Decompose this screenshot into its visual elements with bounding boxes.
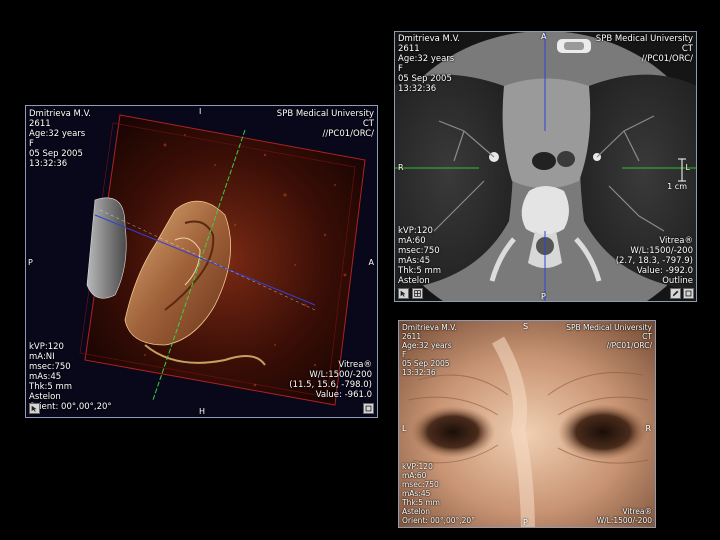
orientation-marker-left: P <box>28 258 33 267</box>
orientation-marker-left: R <box>398 163 404 172</box>
kvp: kVP:120 <box>398 226 433 236</box>
msec: msec:750 <box>402 480 439 489</box>
window-level: W/L:1500/-200 <box>596 516 652 525</box>
orientation-marker-right: L <box>685 163 690 172</box>
square-icon <box>365 405 372 412</box>
pixel-value: Value: -992.0 <box>636 266 693 276</box>
ma: mA:NI <box>29 352 55 362</box>
orientation: Orient: 00°,00°,20° <box>29 402 112 412</box>
orientation-marker-top: I <box>199 107 202 116</box>
thickness: Thk:5 mm <box>398 266 442 276</box>
orientation-marker-left: L <box>402 424 407 433</box>
orientation-marker-top: A <box>541 32 547 41</box>
scanner: Astelon <box>29 392 61 402</box>
axial-institution-info: SPB Medical University CT //PC01/ORC/ <box>596 34 693 64</box>
volume-render-viewport[interactable]: Dmitrieva M.V. 2611 Age:32 years F 05 Se… <box>25 105 378 418</box>
volume-patient-info: Dmitrieva M.V. 2611 Age:32 years F 05 Se… <box>29 109 91 169</box>
endo-institution-info: SPB Medical University CT //PC01/ORC/ <box>566 323 652 350</box>
cursor-coords: (2.7, 18.3, -797.9) <box>615 256 693 266</box>
patient-id: 2611 <box>29 119 51 129</box>
patient-name: Dmitrieva M.V. <box>402 323 457 332</box>
volume-scan-params: kVP:120 mA:NI msec:750 mAs:45 Thk:5 mm A… <box>29 342 112 412</box>
msec: msec:750 <box>398 246 440 256</box>
study-date: 05 Sep 2005 <box>402 359 450 368</box>
study-time: 13:32:36 <box>398 84 437 94</box>
volume-institution-info: SPB Medical University CT //PC01/ORC/ <box>277 109 374 139</box>
scanner: Astelon <box>398 276 430 286</box>
modality: CT <box>642 332 652 341</box>
mas: mAs:45 <box>398 256 431 266</box>
axial-window-info: Vitrea® W/L:1500/-200 (2.7, 18.3, -797.9… <box>616 236 693 286</box>
axial-scan-params: kVP:120 mA:60 msec:750 mAs:45 Thk:5 mm A… <box>398 226 441 286</box>
modality: CT <box>681 44 693 54</box>
cursor-coords: (11.5, 15.6, -798.0) <box>289 380 372 390</box>
window-level: W/L:1500/-200 <box>309 370 372 380</box>
patient-name: Dmitrieva M.V. <box>398 34 461 44</box>
tool-menu-button[interactable] <box>398 288 409 299</box>
endoscopic-viewport[interactable]: Dmitrieva M.V. 2611 Age:32 years F 05 Se… <box>398 320 656 528</box>
institution: SPB Medical University <box>276 109 374 119</box>
study-time: 13:32:36 <box>402 368 436 377</box>
arrow-cursor-icon <box>31 405 37 412</box>
kvp: kVP:120 <box>29 342 64 352</box>
institution: SPB Medical University <box>595 34 693 44</box>
volume-window-info: Vitrea® W/L:1500/-200 (11.5, 15.6, -798.… <box>289 360 372 400</box>
pencil-icon <box>672 290 679 297</box>
endo-window-info: Vitrea® W/L:1500/-200 <box>597 507 652 525</box>
station: //PC01/ORC/ <box>322 129 374 139</box>
layout-button[interactable] <box>412 288 423 299</box>
thickness: Thk:5 mm <box>402 498 440 507</box>
orientation-marker-top: S <box>523 322 529 331</box>
software: Vitrea® <box>622 507 652 516</box>
axial-ct-viewport[interactable]: Dmitrieva M.V. 2611 Age:32 years F 05 Se… <box>394 31 697 302</box>
patient-sex: F <box>29 139 34 149</box>
kvp: kVP:120 <box>402 462 433 471</box>
orientation-marker-bottom: P <box>541 292 546 301</box>
study-time: 13:32:36 <box>29 159 68 169</box>
station: //PC01/ORC/ <box>641 54 693 64</box>
measure-button[interactable] <box>670 288 681 299</box>
patient-sex: F <box>402 350 407 359</box>
scale-label: 1 cm <box>667 182 687 191</box>
pixel-value: Value: -961.0 <box>315 390 372 400</box>
patient-name: Dmitrieva M.V. <box>29 109 92 119</box>
patient-age: Age:32 years <box>398 54 455 64</box>
ma: mA:60 <box>398 236 426 246</box>
study-date: 05 Sep 2005 <box>29 149 83 159</box>
view-options-button[interactable] <box>363 403 374 414</box>
square-icon <box>685 290 692 297</box>
patient-id: 2611 <box>398 44 420 54</box>
orientation-marker-bottom: P <box>523 518 528 527</box>
endo-scan-params: kVP:120 mA:60 msec:750 mAs:45 Thk:5 mm A… <box>402 462 475 525</box>
station: //PC01/ORC/ <box>606 341 652 350</box>
software: Vitrea® <box>338 360 372 370</box>
mas: mAs:45 <box>402 489 431 498</box>
mas: mAs:45 <box>29 372 62 382</box>
patient-id: 2611 <box>402 332 422 341</box>
render-mode: Outline <box>662 276 693 286</box>
tool-menu-button[interactable] <box>29 403 40 414</box>
orientation-marker-right: R <box>645 424 651 433</box>
institution: SPB Medical University <box>566 323 652 332</box>
thickness: Thk:5 mm <box>29 382 73 392</box>
arrow-cursor-icon <box>400 290 406 297</box>
ma: mA:60 <box>402 471 427 480</box>
orientation: Orient: 00°,00°,20° <box>402 516 475 525</box>
scanner: Astelon <box>402 507 431 516</box>
study-date: 05 Sep 2005 <box>398 74 452 84</box>
grid-icon <box>414 290 421 297</box>
modality: CT <box>362 119 374 129</box>
msec: msec:750 <box>29 362 71 372</box>
window-level: W/L:1500/-200 <box>630 246 693 256</box>
view-options-button[interactable] <box>683 288 694 299</box>
endo-patient-info: Dmitrieva M.V. 2611 Age:32 years F 05 Se… <box>402 323 457 377</box>
patient-age: Age:32 years <box>402 341 452 350</box>
patient-sex: F <box>398 64 403 74</box>
orientation-marker-bottom: H <box>199 407 206 416</box>
axial-patient-info: Dmitrieva M.V. 2611 Age:32 years F 05 Se… <box>398 34 460 94</box>
orientation-marker-right: A <box>368 258 374 267</box>
patient-age: Age:32 years <box>29 129 86 139</box>
software: Vitrea® <box>659 236 693 246</box>
